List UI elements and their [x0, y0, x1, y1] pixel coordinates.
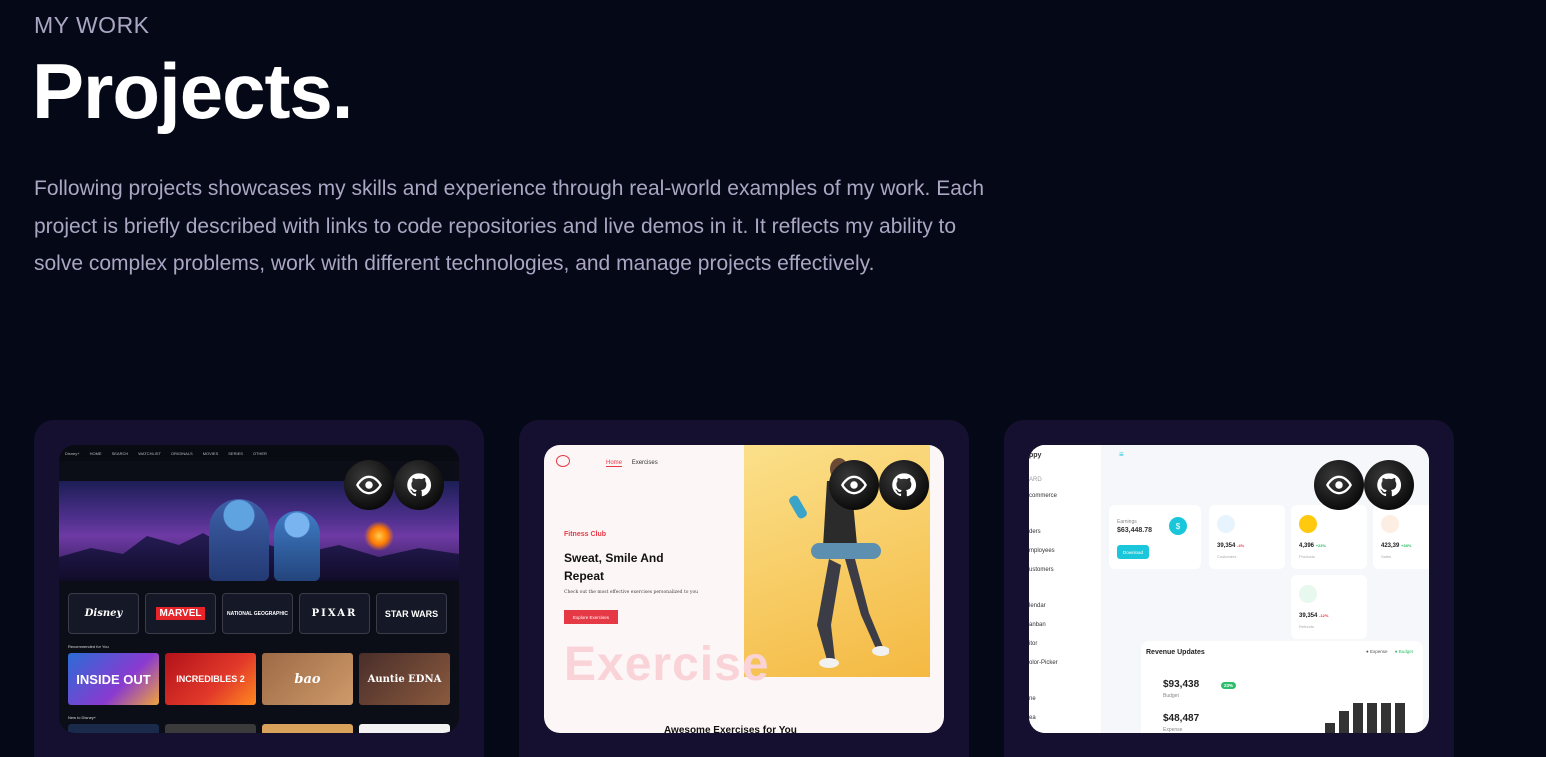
- brand-tile: Disney: [68, 593, 139, 634]
- brand-tile: MARVEL: [145, 593, 216, 634]
- sidebar-item: ea: [1029, 715, 1036, 721]
- preview-nav-item: Home: [606, 460, 623, 467]
- preview-revenue-card: Revenue Updates ● Expense ● Budget $93,4…: [1141, 641, 1423, 733]
- live-demo-button[interactable]: [344, 460, 394, 510]
- github-icon: [1377, 473, 1402, 497]
- preview-nav-item: SERIES: [228, 450, 243, 456]
- preview-tag: Fitness Club: [564, 531, 607, 538]
- eye-icon: [356, 475, 382, 495]
- github-repo-button[interactable]: [394, 460, 444, 510]
- github-repo-button[interactable]: [879, 460, 929, 510]
- sidebar-item: anban: [1029, 622, 1046, 628]
- preview-section-label: Recommended for You: [68, 644, 109, 649]
- sidebar-item: ustomers: [1029, 567, 1054, 573]
- live-demo-button[interactable]: [1314, 460, 1364, 510]
- section-description: Following projects showcases my skills a…: [34, 177, 985, 276]
- section-eyebrow: MY WORK: [34, 12, 150, 38]
- preview-subtext: Check out the most effective exercises p…: [564, 590, 699, 595]
- preview-bar: [1353, 703, 1363, 733]
- live-demo-button[interactable]: [829, 460, 879, 510]
- preview-bar: [1381, 703, 1391, 733]
- preview-nav-item: SEARCH: [111, 450, 129, 456]
- preview-nav-item: Exercises: [631, 460, 658, 466]
- sidebar-item: mployees: [1029, 548, 1055, 554]
- preview-stat-card: 423,39 +38% Sales: [1373, 505, 1429, 569]
- preview-nav: Home Exercises: [606, 460, 666, 467]
- preview-nav-item: ORIGINALS: [170, 450, 193, 456]
- preview-watermark: Exercise: [564, 638, 770, 691]
- section-title: Projects.: [32, 47, 353, 135]
- preview-bar: [1325, 723, 1335, 733]
- preview-stat-card: 39,354 -12% Refunds: [1291, 575, 1367, 639]
- preview-stat-card: 4,396 +23% Products: [1291, 505, 1367, 569]
- brand-tile: PIXAR: [299, 593, 370, 634]
- preview-headline: Sweat, Smile And Repeat: [564, 551, 664, 583]
- preview-brand-row: Disney MARVEL NATIONAL GEOGRAPHIC PIXAR …: [68, 593, 447, 634]
- preview-nav-item: MOVIES: [202, 450, 219, 456]
- eye-icon: [1326, 475, 1352, 495]
- github-repo-button[interactable]: [1364, 460, 1414, 510]
- sidebar-item: itor: [1029, 641, 1038, 647]
- preview-section-heading: Awesome Exercises for You: [664, 725, 797, 733]
- preview-stat-card: 39,354 -4% Customers: [1209, 505, 1285, 569]
- preview-bar: [1395, 703, 1405, 733]
- movie-tile: Auntie EDNA: [359, 653, 450, 705]
- preview-cta: Explore Exercises: [564, 610, 618, 624]
- movie-tile: INCREDIBLES 2: [165, 653, 256, 705]
- sidebar-item: ders: [1029, 529, 1041, 535]
- brand-tile: STAR WARS: [376, 593, 447, 634]
- project-card-2[interactable]: Home Exercises Fitness Club Sweat, Smile…: [519, 420, 969, 757]
- sidebar-item: ARD: [1029, 477, 1042, 483]
- preview-logo: [556, 455, 570, 467]
- preview-nav-item: HOME: [89, 450, 102, 456]
- preview-bar-chart: [1325, 703, 1405, 733]
- preview-nav-item: WATCHLIST: [138, 450, 161, 456]
- preview-movie-row: INSIDE OUT INCREDIBLES 2 bao Auntie EDNA: [68, 653, 450, 705]
- preview-section-label: New to Disney+: [68, 715, 97, 720]
- preview-nav: Disney+ HOME SEARCH WATCHLIST ORIGINALS …: [59, 445, 459, 461]
- preview-bar: [1339, 711, 1349, 733]
- github-icon: [407, 473, 432, 497]
- sidebar-item: commerce: [1029, 493, 1058, 499]
- preview-logo: Disney+: [65, 450, 80, 456]
- preview-movie-row: [68, 724, 450, 733]
- movie-tile: bao: [262, 653, 353, 705]
- sidebar-item: olor-Picker: [1029, 660, 1058, 666]
- project-card-3[interactable]: ppy ARD commerce ders mployees ustomers …: [1004, 420, 1454, 757]
- preview-bar: [1367, 703, 1377, 733]
- movie-tile: INSIDE OUT: [68, 653, 159, 705]
- sidebar-item: ne: [1029, 696, 1036, 702]
- brand-tile: NATIONAL GEOGRAPHIC: [222, 593, 293, 634]
- preview-logo: ppy: [1029, 452, 1042, 459]
- preview-sidebar: ppy ARD commerce ders mployees ustomers …: [1029, 445, 1101, 733]
- sidebar-item: lendar: [1029, 603, 1046, 609]
- eye-icon: [841, 475, 867, 495]
- preview-nav-item: OTHER: [252, 450, 267, 456]
- preview-earnings-card: Earnings $63,448.78 Download $: [1109, 505, 1201, 569]
- github-icon: [892, 473, 917, 497]
- project-card-1[interactable]: Disney+ HOME SEARCH WATCHLIST ORIGINALS …: [34, 420, 484, 757]
